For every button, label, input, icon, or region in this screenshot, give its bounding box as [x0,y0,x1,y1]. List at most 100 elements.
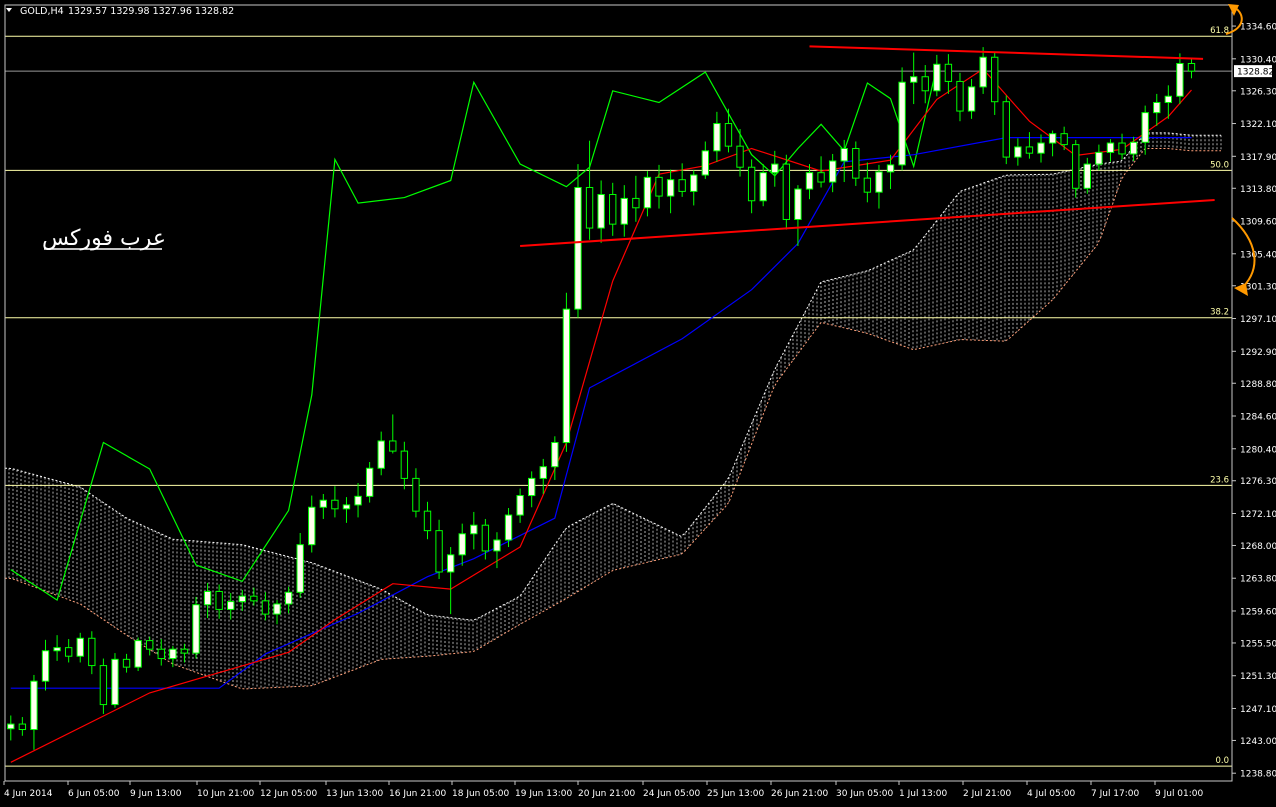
candle-body [30,680,38,731]
candle-body [99,665,108,706]
chart-svg[interactable]: 61.8 50.0 38.2 23.6 0.0 1334.60 1330.40 1326.3… [0,0,1276,803]
x-tick-label-15: 2 Jul 21:00 [963,789,1012,799]
candle[interactable] [1002,95,1010,165]
gold-h4-chart[interactable]: 61.8 50.0 38.2 23.6 0.0 1334.60 1330.40 1326.3… [0,0,1276,803]
candle-body [1048,133,1057,144]
y-tick-label-20: 1251.30 [1240,672,1276,682]
candle-body [53,647,61,652]
candle-body [736,145,744,168]
candle-body [134,640,142,668]
candle-body [909,76,918,83]
candle-body [1037,142,1045,154]
candle-body [1014,146,1022,158]
x-tick-label-6: 16 Jun 21:00 [389,789,446,799]
candle[interactable] [365,462,374,503]
x-tick-label-8: 19 Jun 13:00 [515,789,572,799]
candle[interactable] [192,596,200,659]
x-tick-label-7: 18 Jun 05:00 [452,789,509,799]
y-tick-label-12: 1284.60 [1240,413,1276,423]
candle-body [1141,112,1149,143]
x-tick-label-16: 4 Jul 05:00 [1027,789,1076,799]
watermark-text: عرب فوركس [42,226,166,251]
candle-body [655,176,663,197]
current-price-text: 1328.82 [1237,68,1274,78]
x-tick-label-9: 20 Jun 21:00 [578,789,635,799]
y-tick-label-17: 1263.80 [1240,575,1276,585]
candle-body [1083,163,1091,189]
candle-body [574,186,582,310]
candle-body [828,160,837,183]
candle[interactable] [111,653,119,708]
candle-body [122,658,131,668]
candle-body [539,466,547,479]
y-tick-label-23: 1238.80 [1240,770,1276,780]
candle-body [1187,62,1196,72]
candle-body [1095,151,1103,165]
candle[interactable] [782,154,791,230]
candle-body [7,723,15,730]
candle[interactable] [134,637,142,672]
candle-body [886,164,895,173]
candle-body [389,440,397,452]
candle-body [794,188,802,220]
fib-level-label-0: 61.8 [1210,26,1229,36]
candle-body [470,524,478,535]
candle-body [493,539,501,552]
y-tick-label-15: 1272.10 [1240,510,1276,520]
candle-body [400,450,409,479]
y-tick-label-1: 1330.40 [1240,55,1276,65]
candle-body [319,499,328,508]
x-tick-label-0: 4 Jun 2014 [4,789,53,799]
candle-body [111,658,119,706]
candle-body [551,442,559,468]
candle-body [146,640,154,650]
candle-body [1106,142,1115,153]
candle-body [805,172,814,190]
candle-body [446,554,455,573]
candle-body [1118,142,1126,155]
x-tick-label-11: 25 Jun 13:00 [707,789,764,799]
candle-body [609,194,617,225]
candle-body [863,177,872,193]
y-tick-label-0: 1334.60 [1240,23,1276,33]
candle-body [88,637,96,667]
candle[interactable] [562,292,571,452]
ohlc-header: 1329.57 1329.98 1327.96 1328.82 [68,6,234,17]
x-tick-label-1: 6 Jun 05:00 [68,789,120,799]
candle-body [342,504,351,510]
candle-body [759,172,767,202]
candle-body [1025,146,1034,154]
x-tick-label-10: 24 Jun 05:00 [643,789,700,799]
candle-body [875,171,883,193]
candle-body [215,590,223,610]
candle-body [701,150,709,176]
candle-body [458,533,466,556]
candle-body [64,647,73,657]
candle-body [504,514,513,541]
y-tick-label-5: 1313.80 [1240,185,1276,195]
candle-body [771,163,779,174]
y-tick-label-18: 1259.60 [1240,607,1276,617]
candle[interactable] [574,164,582,318]
y-tick-label-11: 1288.80 [1240,380,1276,390]
x-tick-label-5: 13 Jun 13:00 [326,789,383,799]
candle-body [412,477,420,512]
x-tick-label-13: 30 Jun 05:00 [836,789,893,799]
candle-body [435,530,443,573]
candle-body [1129,141,1138,155]
candle-body [1153,101,1161,114]
candle-body [180,648,189,654]
current-price-label: 1328.82 [1234,65,1274,78]
candle-body [528,477,536,497]
x-tick-label-17: 7 Jul 17:00 [1091,789,1140,799]
x-tick-label-18: 9 Jul 01:00 [1155,789,1204,799]
x-tick-label-14: 1 Jul 13:00 [899,789,948,799]
candle-body [308,506,316,546]
candle-body [562,308,571,444]
candle[interactable] [898,67,906,171]
candle-body [852,148,860,179]
candle-body [423,510,432,532]
candle-body [41,650,50,682]
candle-body [921,76,929,92]
symbol-header: GOLD,H4 [20,6,64,17]
